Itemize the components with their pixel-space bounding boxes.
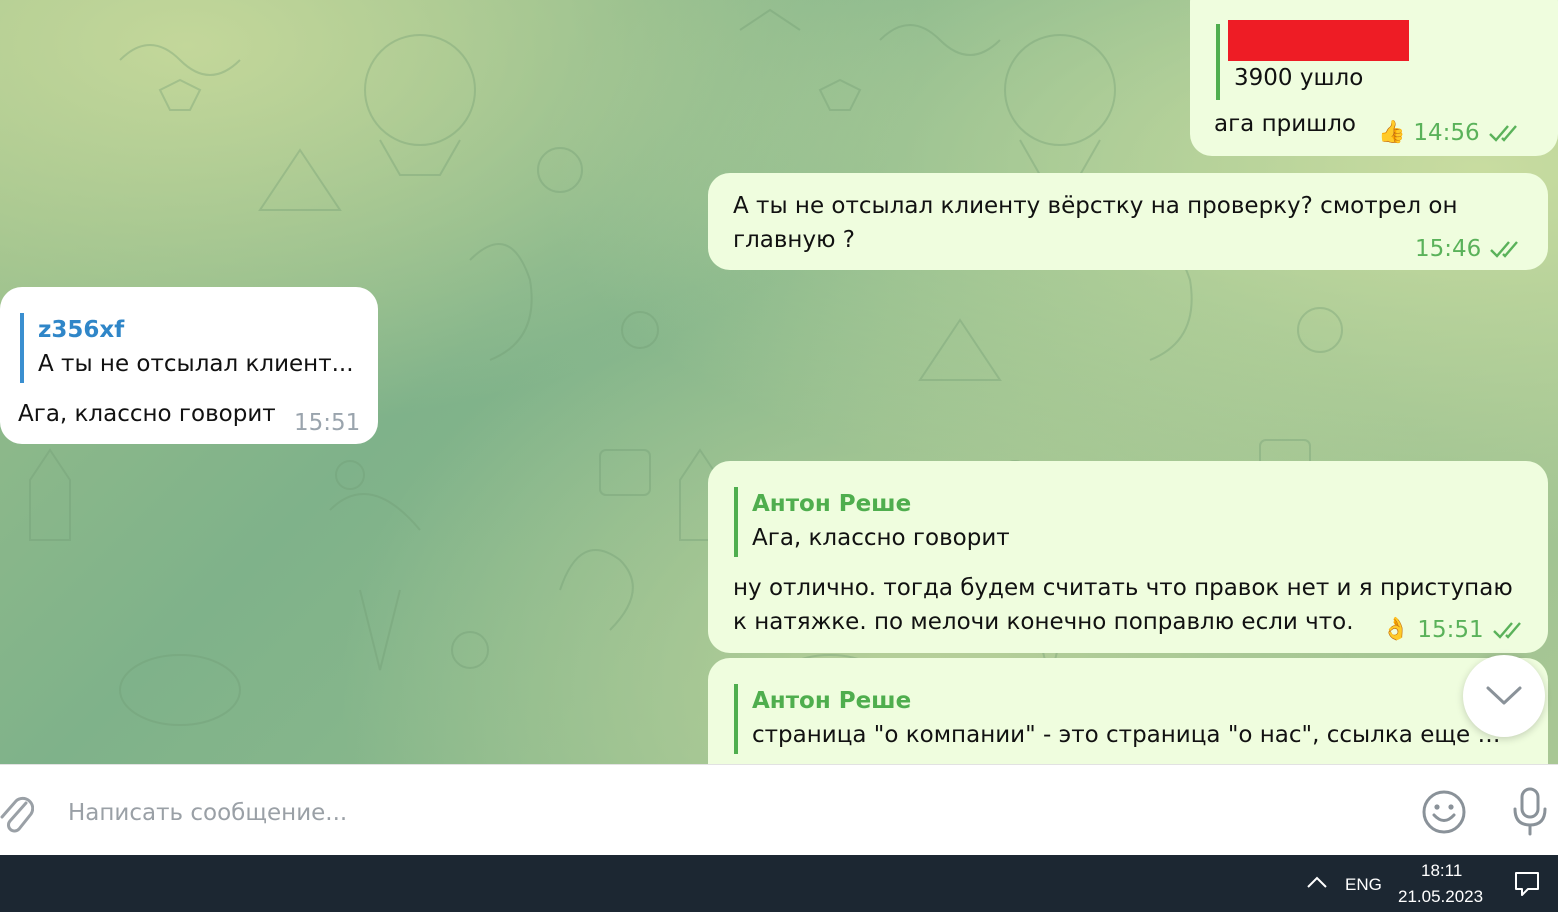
reply-quote-text: А ты не отсылал клиент...	[38, 351, 354, 377]
reply-quote-text: Ага, классно говорит	[752, 525, 1010, 551]
chevron-down-icon	[1486, 686, 1522, 705]
double-check-icon	[1488, 125, 1517, 142]
clock-time[interactable]: 18:11	[1421, 861, 1462, 881]
chat-area[interactable]: 3900 ушло ага пришло 👍 14:56 А ты не отс…	[0, 0, 1558, 764]
clock-date[interactable]: 21.05.2023	[1398, 887, 1483, 907]
smiley-icon[interactable]	[1421, 789, 1467, 835]
reply-quote[interactable]: Антон Реше Ага, классно говорит	[734, 487, 1524, 557]
message-bubble-outgoing[interactable]: А ты не отсылал клиенту вёрстку на прове…	[708, 173, 1548, 270]
message-bubble-outgoing[interactable]: Антон Реше страница "о компании" - это с…	[708, 658, 1548, 764]
message-input[interactable]	[66, 795, 1370, 831]
message-time: 14:56	[1413, 120, 1480, 146]
scroll-down-button[interactable]	[1463, 655, 1545, 737]
message-bubble-incoming[interactable]: z356xf А ты не отсылал клиент... Ага, кл…	[0, 287, 378, 444]
message-time: 15:51	[1417, 617, 1484, 643]
message-time: 15:51	[294, 410, 361, 436]
microphone-icon[interactable]	[1511, 787, 1549, 837]
message-meta: 15:46	[1415, 232, 1525, 266]
windows-taskbar: ENG 18:11 21.05.2023	[0, 855, 1558, 912]
reaction-thumbs-up[interactable]: 👍	[1378, 116, 1405, 150]
message-meta: 👍 14:56	[1378, 116, 1524, 150]
reply-quote[interactable]: z356xf А ты не отсылал клиент...	[20, 313, 360, 383]
reply-quote-text: 3900 ушло	[1234, 65, 1364, 91]
notification-icon[interactable]	[1514, 871, 1540, 897]
message-composer	[0, 764, 1558, 856]
reaction-ok-hand[interactable]: 👌	[1382, 613, 1409, 647]
message-bubble-outgoing[interactable]: Антон Реше Ага, классно говорит ну отлич…	[708, 461, 1548, 653]
paperclip-icon[interactable]	[0, 789, 34, 835]
reply-author-name: Антон Реше	[752, 491, 912, 517]
language-indicator[interactable]: ENG	[1345, 875, 1382, 895]
message-text: ага пришло	[1214, 111, 1356, 137]
reply-quote-text: страница "о компании" - это страница "о …	[752, 722, 1514, 748]
message-text: Ага, классно говорит	[18, 401, 276, 427]
double-check-icon	[1492, 622, 1521, 639]
message-text: А ты не отсылал клиенту вёрстку на прове…	[733, 193, 1465, 253]
reply-author-name: z356xf	[38, 317, 125, 343]
reply-author-name: Антон Реше	[752, 688, 912, 714]
chevron-up-icon[interactable]	[1306, 875, 1328, 889]
message-bubble-outgoing[interactable]: 3900 ушло ага пришло 👍 14:56	[1190, 0, 1558, 156]
message-meta: 15:51	[294, 406, 360, 440]
redacted-name-block	[1228, 20, 1409, 61]
message-meta: 👌 15:51	[1382, 613, 1528, 647]
double-check-icon	[1490, 241, 1519, 258]
reply-quote[interactable]: 3900 ушло	[1216, 20, 1526, 100]
reply-quote[interactable]: Антон Реше страница "о компании" - это с…	[734, 684, 1514, 754]
message-time: 15:46	[1415, 236, 1482, 262]
